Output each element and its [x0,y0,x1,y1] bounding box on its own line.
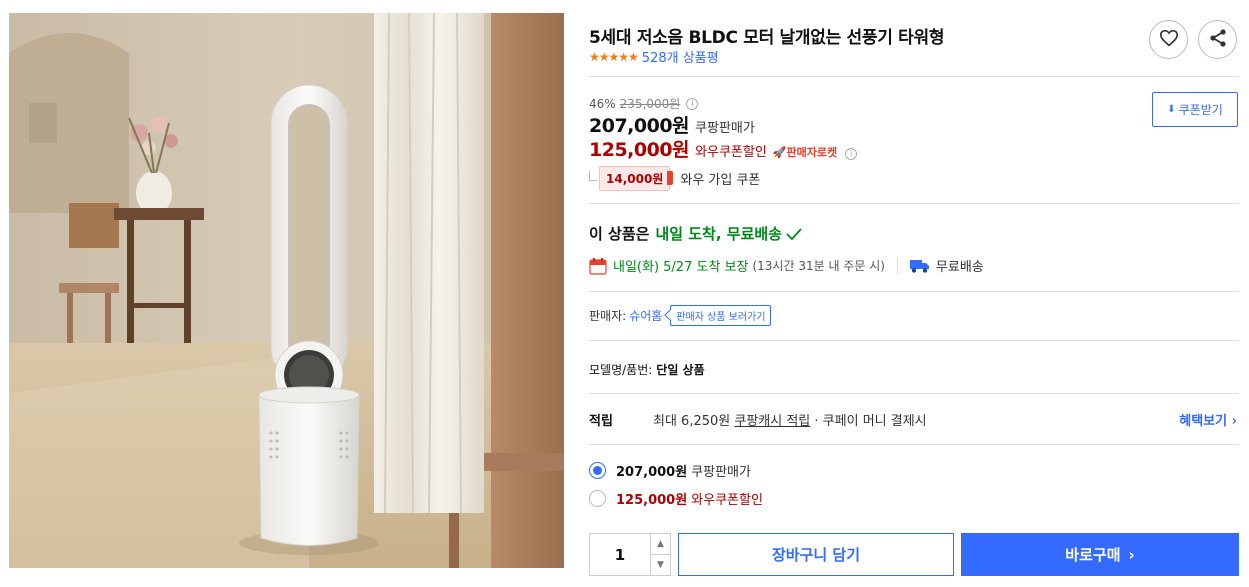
option-label: 와우쿠폰할인 [691,493,763,508]
product-image[interactable] [9,13,564,568]
discount-rate: 46% [589,96,616,111]
add-to-cart-button[interactable]: 장바구니 담기 [678,533,954,576]
delivery-headline: 이 상품은 내일 도착, 무료배송 [589,223,802,244]
quantity-stepper[interactable]: ▲ ▼ [589,533,671,576]
option-radio-selected[interactable] [589,462,606,479]
coupang-cash-link[interactable]: 쿠팡캐시 적립 [734,414,810,429]
truck-icon [909,259,930,273]
chevron-down-icon[interactable]: ▼ [651,555,670,575]
model-row: 모델명/품번: 단일 상품 [589,361,705,378]
share-button[interactable] [1198,20,1237,59]
coupon-price-label: 와우쿠폰할인 [695,145,767,160]
seller-rocket-badge: 🚀판매자로켓 [772,146,838,159]
heart-icon [1159,29,1179,51]
coupon-price: 125,000원 [589,139,690,161]
buy-now-button[interactable]: 바로구매 › [961,533,1239,576]
reward-text: 최대 6,250원 쿠팡캐시 적립 · 쿠페이 머니 결제시 [653,410,927,429]
reward-amount: 최대 6,250원 [653,414,731,429]
wow-coupon-row: 14,000원 와우 가입 쿠폰 [589,166,760,191]
rating-stars: ★★★★★ [589,49,639,64]
option-price: 207,000원 [616,465,688,480]
free-shipping-label: 무료배송 [935,260,984,275]
option-radio[interactable] [589,490,606,507]
reward-label: 적립 [589,414,613,429]
tree-corner-icon [589,170,597,181]
chevron-up-icon[interactable]: ▲ [651,534,670,555]
separator [896,257,898,274]
coupon-price-row: 125,000원 와우쿠폰할인 🚀판매자로켓 i [589,135,858,162]
product-info-panel: 5세대 저소음 BLDC 모터 날개없는 선풍기 타워형 ★★★★★ 528개 … [589,0,1239,587]
info-icon[interactable]: i [686,97,699,110]
price-option[interactable]: 125,000원 와우쿠폰할인 [589,489,763,508]
chevron-right-icon: › [1128,545,1135,564]
wow-coupon-label: 와우 가입 쿠폰 [680,173,761,188]
sale-price-row: 207,000원 쿠팡판매가 [589,111,755,138]
option-label: 쿠팡판매가 [691,465,751,480]
delivery-headline-prefix: 이 상품은 [589,225,650,243]
seller-label: 판매자: [589,309,627,323]
rating-row: ★★★★★ 528개 상품평 [589,47,719,67]
check-icon [786,227,802,241]
get-coupon-label: 쿠폰받기 [1178,103,1223,117]
calendar-icon [589,257,607,275]
sale-price-label: 쿠팡판매가 [695,121,755,136]
divider [589,444,1239,445]
arrival-date: 내일(화) 5/27 도착 보장 [613,260,749,275]
divider [589,203,1239,204]
sale-price: 207,000원 [589,115,690,137]
delivery-headline-highlight: 내일 도착, 무료배송 [655,225,782,243]
download-icon: ⬇ [1167,104,1176,115]
model-label: 모델명/품번: [589,363,653,377]
delivery-detail-row: 내일(화) 5/27 도착 보장 (13시간 31분 내 주문 시) 무료배송 [589,256,984,275]
review-count-link[interactable]: 528개 상품평 [642,47,719,66]
share-icon [1208,28,1228,52]
seller-products-tooltip[interactable]: 판매자 상품 보러가기 [670,305,772,326]
wow-coupon-amount: 14,000원 [599,166,674,191]
original-price: 235,000원 [619,97,681,111]
model-value: 단일 상품 [656,363,705,377]
get-coupon-button[interactable]: ⬇ 쿠폰받기 [1152,92,1238,127]
quantity-input[interactable] [590,534,650,575]
wishlist-button[interactable] [1149,20,1188,59]
reward-suffix: · 쿠페이 머니 결제시 [814,414,927,429]
seller-row: 판매자: 슈어홈 판매자 상품 보러가기 [589,305,772,326]
option-price: 125,000원 [616,493,688,508]
arrival-note: (13시간 31분 내 주문 시) [752,259,885,273]
reward-row: 적립 최대 6,250원 쿠팡캐시 적립 · 쿠페이 머니 결제시 혜택보기 › [589,410,1239,429]
divider [589,393,1239,394]
divider [589,76,1239,77]
divider [589,291,1239,292]
info-icon[interactable]: i [845,148,858,160]
buy-now-label: 바로구매 [1065,546,1121,564]
seller-name-link[interactable]: 슈어홈 [629,307,662,324]
quantity-steps: ▲ ▼ [650,534,670,575]
product-title: 5세대 저소음 BLDC 모터 날개없는 선풍기 타워형 [589,28,945,48]
view-benefits-link[interactable]: 혜택보기 › [1179,410,1237,429]
price-option[interactable]: 207,000원 쿠팡판매가 [589,461,751,480]
divider [589,340,1239,341]
discount-row: 46% 235,000원 i [589,95,699,112]
